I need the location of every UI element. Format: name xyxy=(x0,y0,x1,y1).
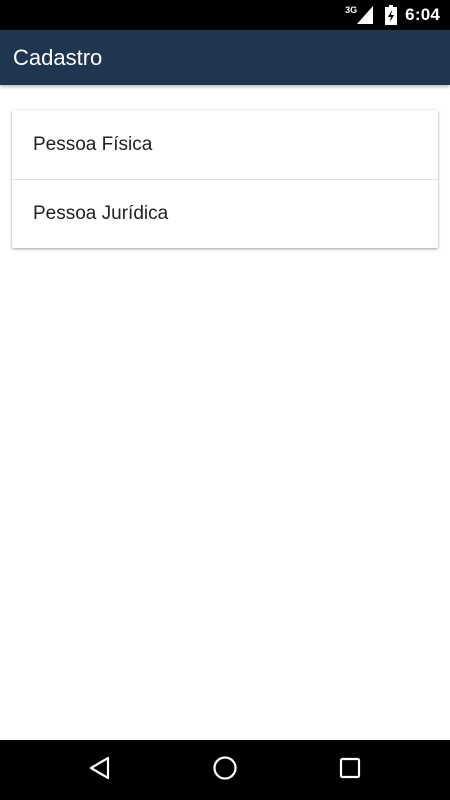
screen: 3G 6:04 Cadastro Pessoa Física Pessoa Ju… xyxy=(0,0,450,800)
page-title: Cadastro xyxy=(13,45,103,70)
clock: 6:04 xyxy=(405,5,440,24)
status-indicators: 3G 6:04 xyxy=(345,0,440,30)
option-pessoa-fisica[interactable]: Pessoa Física xyxy=(12,110,438,179)
options-card: Pessoa Física Pessoa Jurídica xyxy=(12,110,438,248)
app-bar: Cadastro xyxy=(0,30,450,85)
divider xyxy=(12,179,438,180)
back-button[interactable] xyxy=(60,740,140,800)
network-type-label: 3G xyxy=(345,5,358,15)
status-bar: 3G 6:04 xyxy=(0,0,450,30)
battery-charging-icon xyxy=(385,5,398,25)
signal-icon xyxy=(357,6,374,24)
recent-apps-button[interactable] xyxy=(310,740,390,800)
navigation-bar xyxy=(0,740,450,800)
option-label: Pessoa Jurídica xyxy=(33,202,169,224)
option-pessoa-juridica[interactable]: Pessoa Jurídica xyxy=(12,179,438,248)
back-icon xyxy=(88,756,112,785)
home-button[interactable] xyxy=(185,740,265,800)
home-icon xyxy=(212,755,238,786)
recent-apps-icon xyxy=(339,757,361,784)
option-label: Pessoa Física xyxy=(33,133,153,155)
